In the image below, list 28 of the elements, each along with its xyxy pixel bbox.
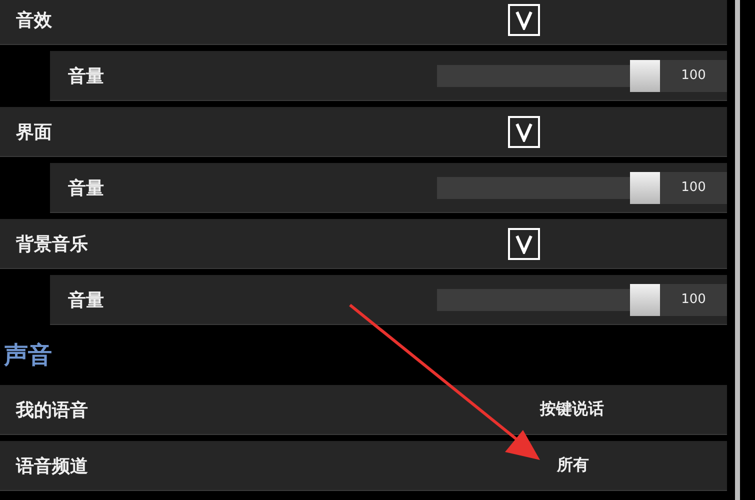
setting-row[interactable]: 我的语音 按键说话 bbox=[0, 385, 727, 435]
setting-label: 界面 bbox=[15, 120, 53, 144]
slider-thumb[interactable] bbox=[630, 284, 660, 316]
setting-label: 我的语音 bbox=[14, 398, 89, 422]
volume-value: 100 bbox=[660, 60, 727, 92]
volume-slider[interactable] bbox=[437, 172, 660, 204]
setting-value: 所有 bbox=[557, 455, 589, 476]
slider-thumb[interactable] bbox=[630, 172, 660, 204]
setting-row[interactable]: 语音频道 所有 bbox=[0, 441, 727, 491]
check-icon bbox=[514, 122, 534, 142]
checkbox[interactable] bbox=[508, 228, 540, 260]
setting-label: 音量 bbox=[67, 288, 105, 312]
setting-label: 背景音乐 bbox=[14, 232, 89, 256]
setting-label: 音量 bbox=[67, 64, 105, 88]
check-icon bbox=[514, 234, 534, 254]
volume-value: 100 bbox=[660, 172, 727, 204]
setting-label: 音效 bbox=[15, 8, 53, 32]
setting-value: 按键说话 bbox=[540, 399, 604, 420]
checkbox[interactable] bbox=[508, 4, 540, 36]
setting-label: 语音频道 bbox=[14, 454, 89, 478]
check-icon bbox=[514, 10, 534, 30]
setting-label: 音量 bbox=[67, 176, 105, 200]
volume-value: 100 bbox=[660, 284, 727, 316]
checkbox[interactable] bbox=[508, 116, 540, 148]
section-title: 声音 bbox=[3, 340, 52, 371]
slider-thumb[interactable] bbox=[630, 60, 660, 92]
volume-slider[interactable] bbox=[437, 60, 660, 92]
volume-slider[interactable] bbox=[437, 284, 660, 316]
